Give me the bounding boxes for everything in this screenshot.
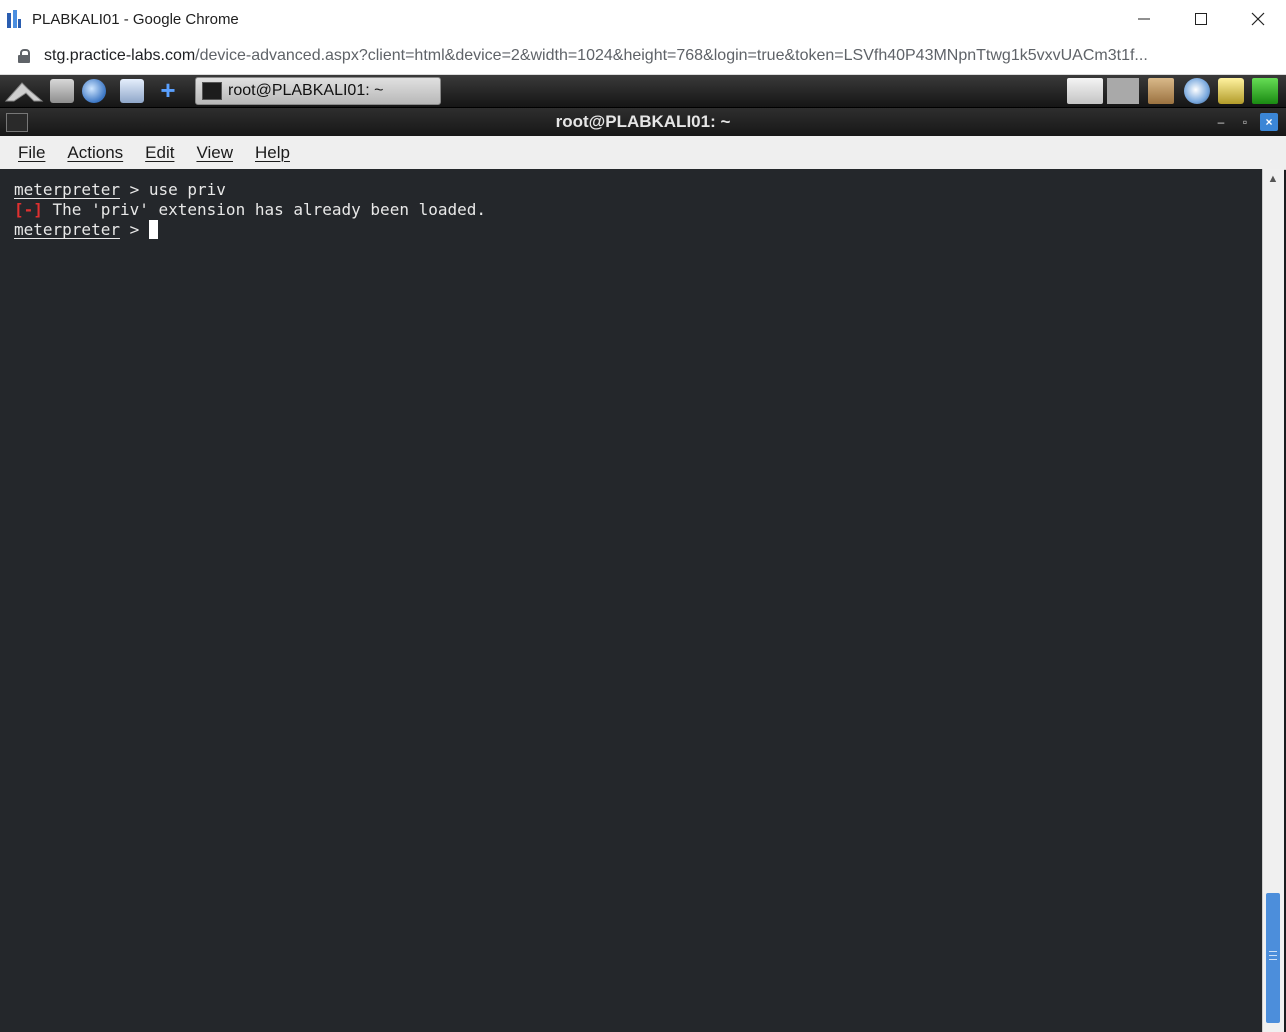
kali-menu-icon[interactable] xyxy=(4,79,44,103)
prompt: meterpreter xyxy=(14,180,120,199)
url-domain: stg.practice-labs.com xyxy=(44,47,196,64)
terminal-line: meterpreter > use priv xyxy=(14,180,1262,200)
window-controls xyxy=(1115,0,1286,38)
screen: PLABKALI01 - Google Chrome stg.practice-… xyxy=(0,0,1286,1032)
terminal-minimize-icon[interactable]: – xyxy=(1212,113,1230,131)
menu-view[interactable]: View xyxy=(196,143,233,163)
command-text: > use priv xyxy=(119,180,226,199)
desktop-panel: + root@PLABKALI01: ~ xyxy=(0,75,1286,108)
scroll-up-icon[interactable]: ▲ xyxy=(1265,171,1281,187)
maximize-icon xyxy=(1194,13,1207,25)
show-desktop-icon[interactable] xyxy=(120,79,144,103)
close-icon xyxy=(1251,12,1264,26)
menu-file[interactable]: File xyxy=(18,143,45,163)
tray-terminal-icon[interactable] xyxy=(1067,78,1103,104)
error-marker: [-] xyxy=(14,200,43,219)
output-text: The 'priv' extension has already been lo… xyxy=(42,200,487,219)
remote-desktop: + root@PLABKALI01: ~ root@PLABKALI01: ~ … xyxy=(0,75,1286,1032)
url-text[interactable]: stg.practice-labs.com/device-advanced.as… xyxy=(44,47,1269,65)
terminal-title-bar: root@PLABKALI01: ~ – ▫ × xyxy=(0,108,1286,136)
lock-icon xyxy=(18,49,30,63)
app-logo-icon xyxy=(6,9,22,29)
chrome-title-bar: PLABKALI01 - Google Chrome xyxy=(0,0,1286,39)
terminal-menubar: File Actions Edit View Help xyxy=(0,136,1286,170)
system-monitor-icon[interactable] xyxy=(1218,78,1244,104)
terminal-close-icon[interactable]: × xyxy=(1260,113,1278,131)
text-cursor xyxy=(148,220,158,239)
tray-workspace[interactable] xyxy=(1107,78,1139,104)
logout-icon[interactable] xyxy=(1252,78,1278,104)
window-title: PLABKALI01 - Google Chrome xyxy=(32,10,239,28)
terminal-scrollbar[interactable]: ▲ xyxy=(1262,169,1284,1032)
close-button[interactable] xyxy=(1229,0,1286,38)
menu-help[interactable]: Help xyxy=(255,143,290,163)
terminal-output[interactable]: meterpreter > use priv [-] The 'priv' ex… xyxy=(0,169,1262,1032)
web-browser-icon[interactable] xyxy=(82,79,106,103)
minimize-icon xyxy=(1137,18,1150,20)
command-text: > xyxy=(119,220,149,239)
terminal-icon xyxy=(202,82,222,100)
search-icon[interactable] xyxy=(1184,78,1210,104)
menu-actions[interactable]: Actions xyxy=(67,143,123,163)
file-manager-icon[interactable] xyxy=(50,79,74,103)
terminal-maximize-icon[interactable]: ▫ xyxy=(1236,113,1254,131)
minimize-button[interactable] xyxy=(1115,0,1172,38)
maximize-button[interactable] xyxy=(1172,0,1229,38)
address-bar[interactable]: stg.practice-labs.com/device-advanced.as… xyxy=(0,38,1286,75)
terminal-line: [-] The 'priv' extension has already bee… xyxy=(14,200,1262,220)
scroll-thumb[interactable] xyxy=(1266,893,1280,1023)
terminal-title: root@PLABKALI01: ~ xyxy=(555,112,731,131)
prompt: meterpreter xyxy=(14,220,120,239)
add-launcher-icon[interactable]: + xyxy=(156,77,180,103)
terminal-line: meterpreter > xyxy=(14,220,1262,240)
taskbar-terminal-item[interactable]: root@PLABKALI01: ~ xyxy=(195,77,441,105)
taskbar-item-label: root@PLABKALI01: ~ xyxy=(228,82,384,99)
url-path: /device-advanced.aspx?client=html&device… xyxy=(195,47,1148,64)
menu-edit[interactable]: Edit xyxy=(145,143,174,163)
clipboard-icon[interactable] xyxy=(1148,78,1174,104)
terminal-window-icon xyxy=(6,113,28,132)
